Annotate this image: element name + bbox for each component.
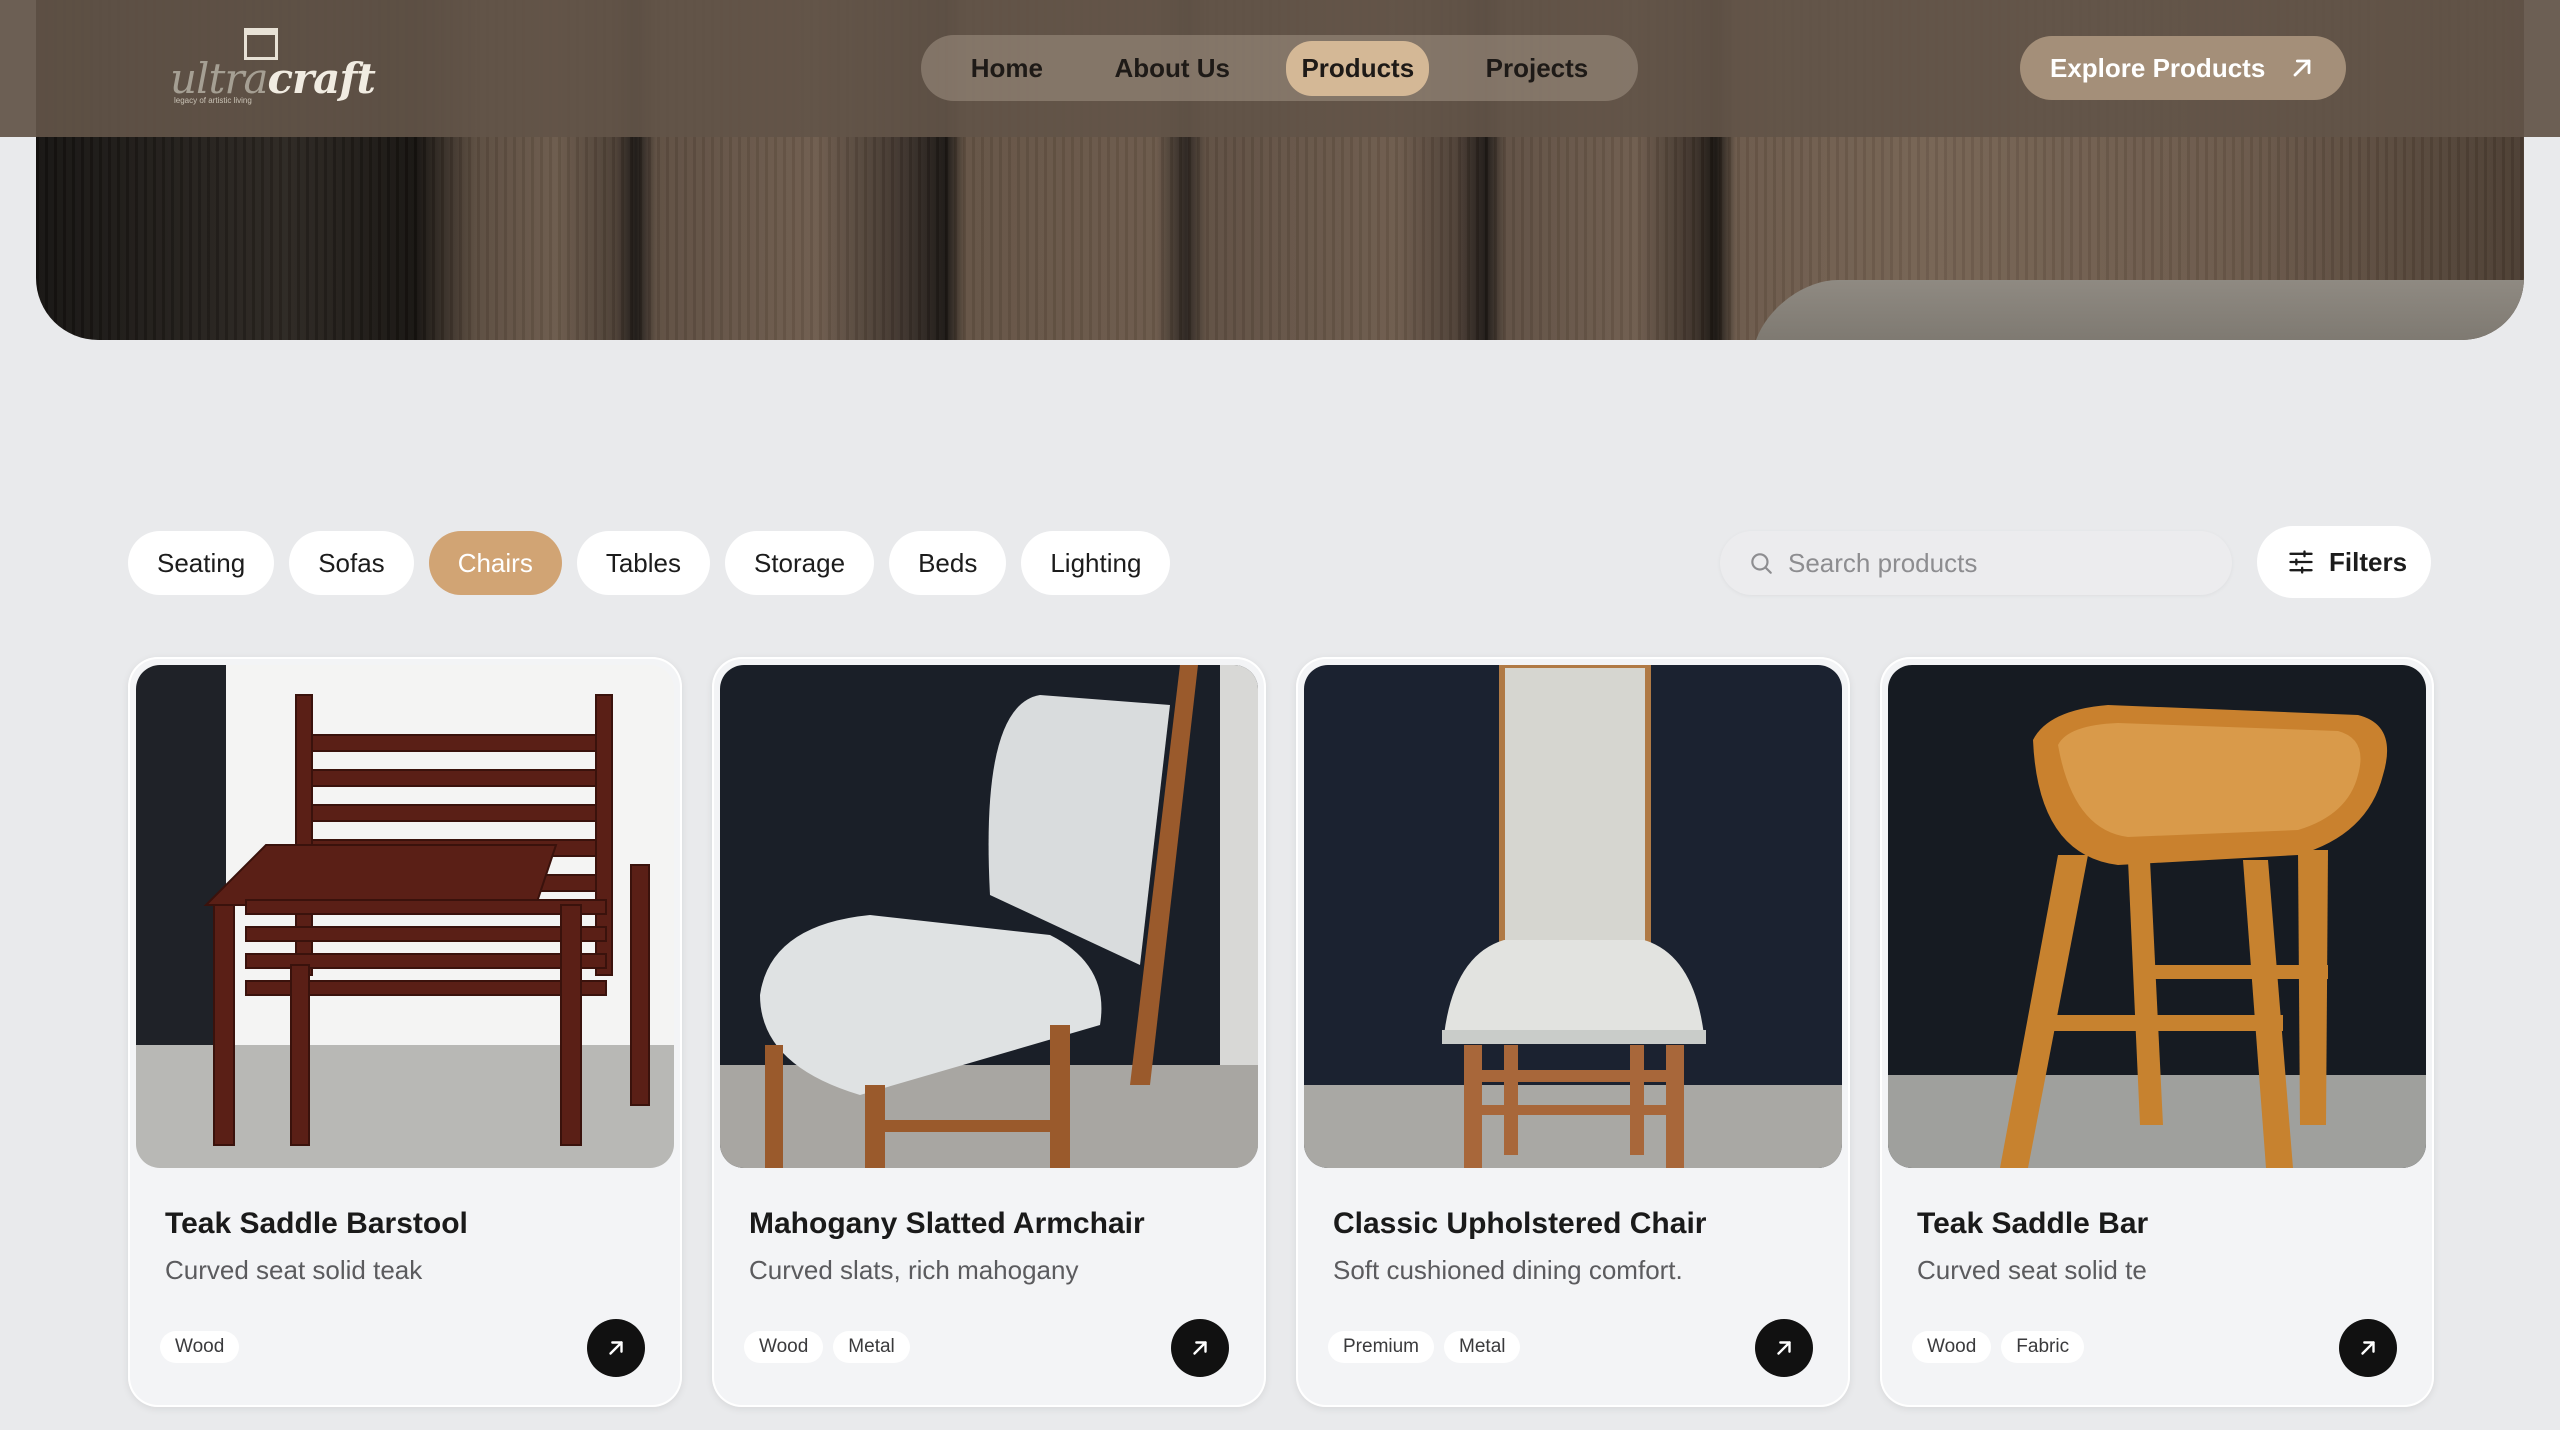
product-tag: Wood xyxy=(744,1331,824,1363)
product-card[interactable]: Teak Saddle Bar Curved seat solid te Woo… xyxy=(1880,657,2434,1407)
category-filter-bar: Seating Sofas Chairs Tables Storage Beds… xyxy=(128,531,1171,595)
arrow-up-right-icon xyxy=(2361,1341,2375,1355)
product-image xyxy=(720,665,1258,1168)
main-nav: Home About Us Products Projects xyxy=(921,35,1638,101)
nav-projects[interactable]: Projects xyxy=(1471,41,1604,96)
sliders-icon xyxy=(2289,550,2313,574)
product-title: Mahogany Slatted Armchair xyxy=(749,1207,1145,1240)
product-tags: Wood xyxy=(160,1331,240,1363)
search-box xyxy=(1720,531,2232,595)
chip-storage[interactable]: Storage xyxy=(724,531,875,595)
open-product-button[interactable] xyxy=(2339,1319,2397,1377)
chip-tables[interactable]: Tables xyxy=(576,531,710,595)
filters-button[interactable]: Filters xyxy=(2257,526,2431,598)
product-description: Soft cushioned dining comfort. xyxy=(1333,1255,1683,1285)
product-description: Curved seat solid teak xyxy=(165,1255,423,1285)
chip-chairs[interactable]: Chairs xyxy=(428,531,562,595)
filters-label: Filters xyxy=(2329,546,2408,577)
logo-tagline: legacy of artistic living xyxy=(174,96,252,105)
arrow-up-right-icon xyxy=(609,1341,623,1355)
product-tags: Wood Fabric xyxy=(1912,1331,2085,1363)
open-product-button[interactable] xyxy=(587,1319,645,1377)
arrow-up-right-icon xyxy=(2293,59,2311,77)
product-image xyxy=(1888,665,2426,1168)
brand-logo[interactable]: ultracraft legacy of artistic living xyxy=(170,26,376,110)
product-grid: Teak Saddle Barstool Curved seat solid t… xyxy=(128,657,2434,1407)
nav-home[interactable]: Home xyxy=(956,41,1058,96)
explore-products-label: Explore Products xyxy=(2050,52,2266,83)
product-card[interactable]: Teak Saddle Barstool Curved seat solid t… xyxy=(128,657,682,1407)
product-image xyxy=(1304,665,1842,1168)
product-image xyxy=(136,665,674,1168)
search-input[interactable] xyxy=(1788,547,2188,579)
hero-pillow-image xyxy=(1734,280,2524,340)
top-navbar: ultracraft legacy of artistic living Hom… xyxy=(0,0,2560,137)
product-tag: Wood xyxy=(1912,1331,1992,1363)
product-title: Teak Saddle Barstool xyxy=(165,1207,468,1240)
product-tag: Metal xyxy=(1444,1331,1521,1363)
product-tag: Premium xyxy=(1328,1331,1435,1363)
product-description: Curved seat solid te xyxy=(1917,1255,2147,1285)
nav-products[interactable]: Products xyxy=(1286,40,1430,96)
explore-products-button[interactable]: Explore Products xyxy=(2020,36,2346,100)
product-card[interactable]: Mahogany Slatted Armchair Curved slats, … xyxy=(712,657,1266,1407)
product-tag: Wood xyxy=(160,1331,240,1363)
product-description: Curved slats, rich mahogany xyxy=(749,1255,1079,1285)
search-icon xyxy=(1751,553,1772,574)
product-tag: Fabric xyxy=(2001,1331,2085,1363)
chip-beds[interactable]: Beds xyxy=(889,531,1007,595)
open-product-button[interactable] xyxy=(1755,1319,1813,1377)
product-tags: Wood Metal xyxy=(744,1331,910,1363)
product-title: Teak Saddle Bar xyxy=(1917,1207,2149,1240)
nav-about-us[interactable]: About Us xyxy=(1099,41,1245,96)
open-product-button[interactable] xyxy=(1171,1319,1229,1377)
chip-seating[interactable]: Seating xyxy=(128,531,275,595)
arrow-up-right-icon xyxy=(1777,1341,1791,1355)
product-tag: Metal xyxy=(833,1331,910,1363)
product-tags: Premium Metal xyxy=(1328,1331,1521,1363)
arrow-up-right-icon xyxy=(1193,1341,1207,1355)
chip-lighting[interactable]: Lighting xyxy=(1021,531,1171,595)
product-title: Classic Upholstered Chair xyxy=(1333,1207,1707,1240)
chip-sofas[interactable]: Sofas xyxy=(289,531,414,595)
product-card[interactable]: Classic Upholstered Chair Soft cushioned… xyxy=(1296,657,1850,1407)
